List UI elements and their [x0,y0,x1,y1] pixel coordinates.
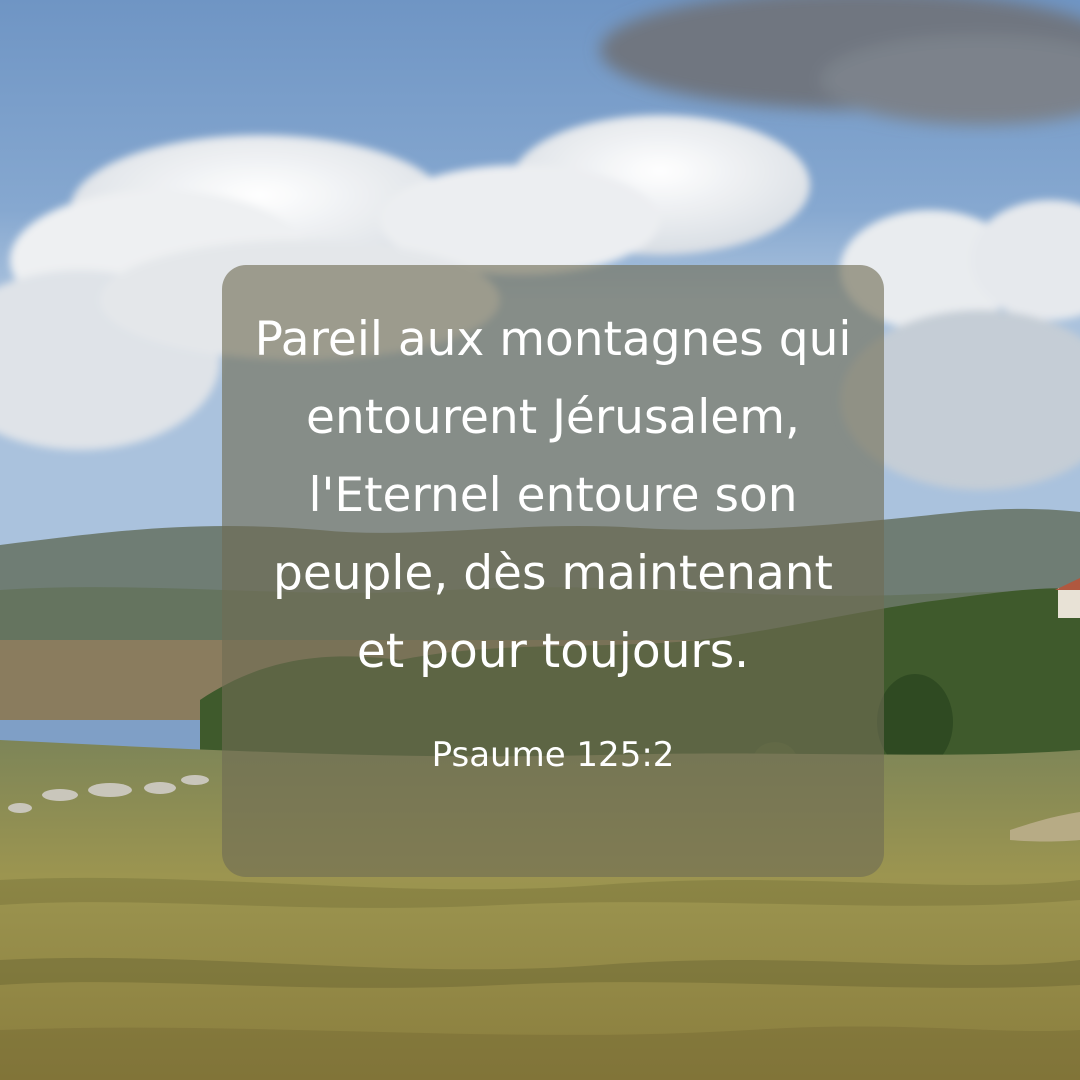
verse-text: Pareil aux montagnes qui entourent Jérus… [254,312,852,679]
house [1058,588,1080,618]
verse-card: Pareil aux montagnes qui entourent Jérus… [222,265,884,877]
verse-reference: Psaume 125:2 [431,735,675,775]
verse-image: Pareil aux montagnes qui entourent Jérus… [0,0,1080,1080]
